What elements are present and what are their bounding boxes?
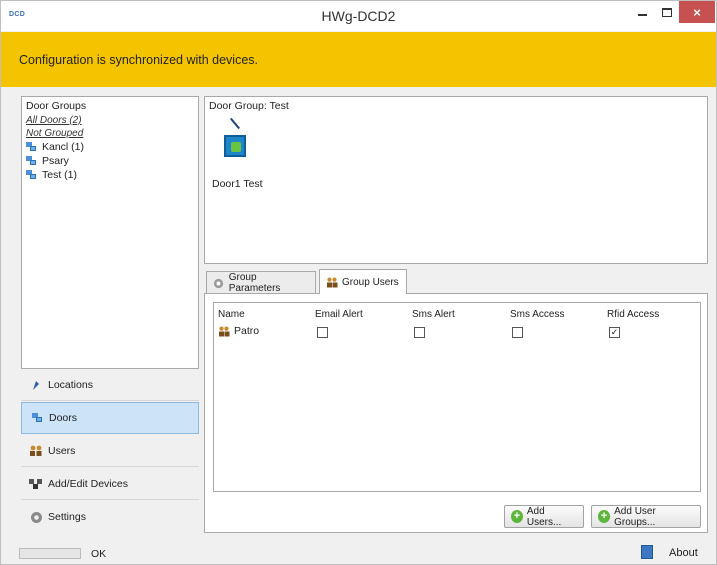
nav-settings[interactable]: Settings bbox=[21, 501, 199, 533]
status-text: OK bbox=[91, 548, 107, 560]
group-item-kancl[interactable]: Kancl (1) bbox=[22, 140, 198, 154]
group-link-not-grouped[interactable]: Not Grouped bbox=[22, 127, 198, 140]
minimize-icon bbox=[637, 14, 647, 16]
users-table: Name Email Alert Sms Alert Sms Access Rf… bbox=[213, 302, 701, 492]
group-link-all-doors[interactable]: All Doors (2) bbox=[22, 114, 198, 127]
tab-group-parameters[interactable]: Group Parameters bbox=[206, 271, 316, 294]
add-icon: + bbox=[598, 510, 611, 523]
about-icon[interactable] bbox=[641, 545, 653, 559]
about-button[interactable]: About bbox=[669, 547, 698, 559]
maximize-icon bbox=[662, 7, 672, 17]
nav-label: Users bbox=[48, 444, 76, 457]
email-alert-checkbox[interactable] bbox=[317, 327, 328, 338]
group-users-panel: Name Email Alert Sms Alert Sms Access Rf… bbox=[204, 293, 708, 533]
nav-label: Settings bbox=[48, 511, 86, 523]
nav-label: Locations bbox=[48, 378, 93, 391]
door-group-icon bbox=[26, 142, 37, 152]
column-header: Email Alert bbox=[315, 309, 363, 320]
nav-locations[interactable]: Locations bbox=[21, 369, 199, 401]
group-item-test[interactable]: Test (1) bbox=[22, 168, 198, 182]
door-group-icon bbox=[26, 156, 37, 166]
door-groups-panel: Door Groups All Doors (2) Not Grouped Ka… bbox=[21, 96, 199, 369]
add-user-groups-button[interactable]: + Add User Groups... bbox=[591, 505, 701, 528]
add-user-groups-label: Add User Groups... bbox=[614, 505, 656, 528]
nav-label: Doors bbox=[49, 412, 78, 424]
add-users-label: Add Users... bbox=[526, 505, 562, 528]
add-icon: + bbox=[511, 510, 523, 523]
group-item-label: Kancl (1) bbox=[42, 141, 85, 153]
group-item-psary[interactable]: Psary bbox=[22, 154, 198, 168]
table-row[interactable]: Patro bbox=[218, 325, 259, 337]
parameters-icon bbox=[213, 277, 225, 289]
title-bar[interactable]: DCD HWg-DCD2 × bbox=[1, 1, 716, 31]
settings-icon bbox=[29, 510, 43, 524]
nav-doors[interactable]: Doors bbox=[21, 402, 199, 434]
door-groups-header: Door Groups bbox=[26, 100, 87, 112]
sync-banner-text: Configuration is synchronized with devic… bbox=[19, 53, 259, 67]
location-pin-icon bbox=[29, 378, 43, 392]
door-lock-icon bbox=[224, 135, 246, 157]
nav-label: Add/Edit Devices bbox=[48, 477, 128, 490]
doors-icon bbox=[30, 411, 44, 425]
close-icon: × bbox=[693, 4, 701, 20]
sms-access-checkbox[interactable] bbox=[512, 327, 523, 338]
door-label[interactable]: Door1 Test bbox=[212, 178, 263, 190]
close-button[interactable]: × bbox=[679, 1, 715, 23]
door-group-icon bbox=[26, 170, 37, 180]
sync-banner: Configuration is synchronized with devic… bbox=[1, 32, 716, 87]
devices-icon bbox=[29, 477, 43, 491]
column-header: Rfid Access bbox=[607, 309, 660, 320]
window-title: HWg-DCD2 bbox=[321, 8, 396, 24]
status-progress-bar bbox=[19, 548, 81, 559]
add-users-button[interactable]: + Add Users... bbox=[504, 505, 584, 528]
group-item-label: Psary bbox=[42, 155, 69, 167]
nav-users[interactable]: Users bbox=[21, 435, 199, 467]
user-name: Patro bbox=[234, 325, 260, 337]
column-header: Name bbox=[218, 309, 245, 320]
sms-alert-checkbox[interactable] bbox=[414, 327, 425, 338]
group-item-label: Test (1) bbox=[42, 169, 78, 181]
door-group-header: Door Group: Test bbox=[209, 100, 289, 112]
door-handle-icon bbox=[230, 117, 240, 130]
tab-label: Group Parameters bbox=[228, 272, 281, 294]
nav-add-edit-devices[interactable]: Add/Edit Devices bbox=[21, 468, 199, 500]
door-item[interactable] bbox=[221, 117, 251, 167]
rfid-access-checkbox[interactable]: ✓ bbox=[609, 327, 620, 338]
users-icon bbox=[29, 444, 43, 458]
tab-group-users[interactable]: Group Users bbox=[319, 269, 407, 294]
column-header: Sms Access bbox=[510, 309, 565, 320]
user-icon bbox=[218, 325, 230, 337]
minimize-button[interactable] bbox=[628, 1, 656, 23]
column-header: Sms Alert bbox=[412, 309, 455, 320]
door-group-panel: Door Group: Test Door1 Test bbox=[204, 96, 708, 264]
tab-label: Group Users bbox=[342, 276, 399, 288]
maximize-button[interactable] bbox=[653, 1, 681, 23]
group-users-icon bbox=[326, 276, 338, 288]
app-window: DCD HWg-DCD2 × Configuration is synchron… bbox=[0, 0, 717, 565]
